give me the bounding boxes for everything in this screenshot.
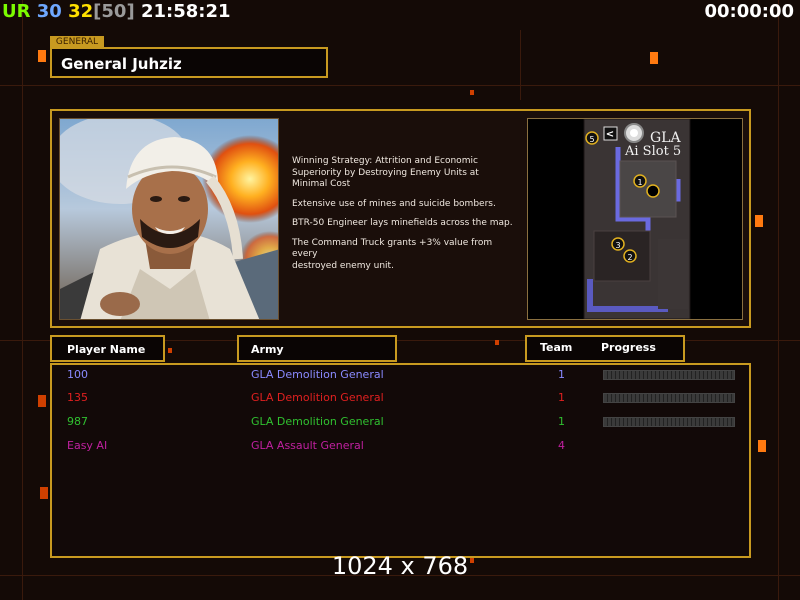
general-name-box: General Juhziz: [50, 47, 328, 78]
column-header-team-progress: Team Progress: [525, 335, 685, 362]
description-line: BTR-50 Engineer lays minefields across t…: [292, 218, 513, 228]
table-row: Easy AI GLA Assault General 4: [52, 439, 749, 459]
bg-line: [520, 30, 521, 100]
fps-value-1: 30: [36, 1, 62, 22]
bg-glow: [495, 340, 499, 345]
fps-value-2: 32: [68, 1, 94, 22]
minimap-title-line2: Ai Slot 5: [624, 144, 681, 159]
start-marker-5[interactable]: 5: [589, 135, 594, 144]
player-name: 100: [67, 368, 88, 381]
player-army: GLA Demolition General: [251, 368, 384, 381]
description-line: Winning Strategy: Attrition and Economic…: [292, 156, 479, 189]
progress-bar: [603, 417, 735, 427]
bg-glow: [38, 395, 46, 407]
start-marker-3[interactable]: 3: [615, 241, 620, 250]
player-army: GLA Assault General: [251, 439, 364, 452]
progress-bar: [603, 393, 735, 403]
column-header-army: Army: [237, 335, 397, 362]
general-portrait: [59, 118, 279, 320]
bg-glow: [470, 90, 474, 95]
column-label: Player Name: [67, 343, 146, 356]
bg-glow: [755, 215, 763, 227]
bg-line: [778, 0, 779, 600]
bg-glow: [758, 440, 766, 452]
column-header-player-name: Player Name: [50, 335, 165, 362]
general-name: General Juhziz: [61, 55, 182, 73]
player-name: Easy AI: [67, 439, 108, 452]
minimap[interactable]: < GLA Ai Slot 5 5 1 3 2: [527, 118, 743, 320]
description-line: Extensive use of mines and suicide bombe…: [292, 198, 496, 209]
player-name: 135: [67, 391, 88, 404]
bg-glow: [650, 52, 658, 64]
column-label: Progress: [601, 341, 656, 354]
start-marker-2[interactable]: 2: [627, 253, 632, 262]
player-team: 1: [558, 415, 565, 428]
player-army: GLA Demolition General: [251, 415, 384, 428]
strategy-description: Winning Strategy: Attrition and Economic…: [292, 156, 520, 280]
bg-glow: [38, 50, 46, 62]
table-row: 987 GLA Demolition General 1: [52, 415, 749, 435]
table-row: 100 GLA Demolition General 1: [52, 368, 749, 388]
player-team: 4: [558, 439, 565, 452]
fps-cap: [50]: [93, 1, 135, 22]
description-line: The Command Truck grants +3% value from …: [292, 237, 493, 271]
portrait-image: [60, 119, 278, 319]
game-timer: 00:00:00: [704, 1, 794, 22]
minimap-back-icon[interactable]: <: [606, 129, 614, 140]
player-list: 100 GLA Demolition General 1 135 GLA Dem…: [50, 363, 751, 558]
bg-glow: [168, 348, 172, 353]
column-label: Team: [540, 341, 573, 354]
bg-line: [0, 85, 800, 86]
start-marker-1[interactable]: 1: [637, 178, 642, 187]
fps-counter: UR 30 32[50] 21:58:21: [2, 1, 231, 22]
table-row: 135 GLA Demolition General 1: [52, 391, 749, 411]
progress-bar: [603, 370, 735, 380]
resolution-label: 1024 x 768: [331, 552, 469, 580]
bg-line: [22, 0, 23, 600]
bg-glow: [40, 487, 48, 499]
player-team: 1: [558, 368, 565, 381]
ur-label: UR: [2, 1, 31, 22]
minimap-image: < GLA Ai Slot 5 5 1 3 2: [583, 119, 691, 319]
player-team: 1: [558, 391, 565, 404]
player-army: GLA Demolition General: [251, 391, 384, 404]
player-name: 987: [67, 415, 88, 428]
clock: 21:58:21: [140, 1, 231, 22]
column-label: Army: [251, 343, 284, 356]
